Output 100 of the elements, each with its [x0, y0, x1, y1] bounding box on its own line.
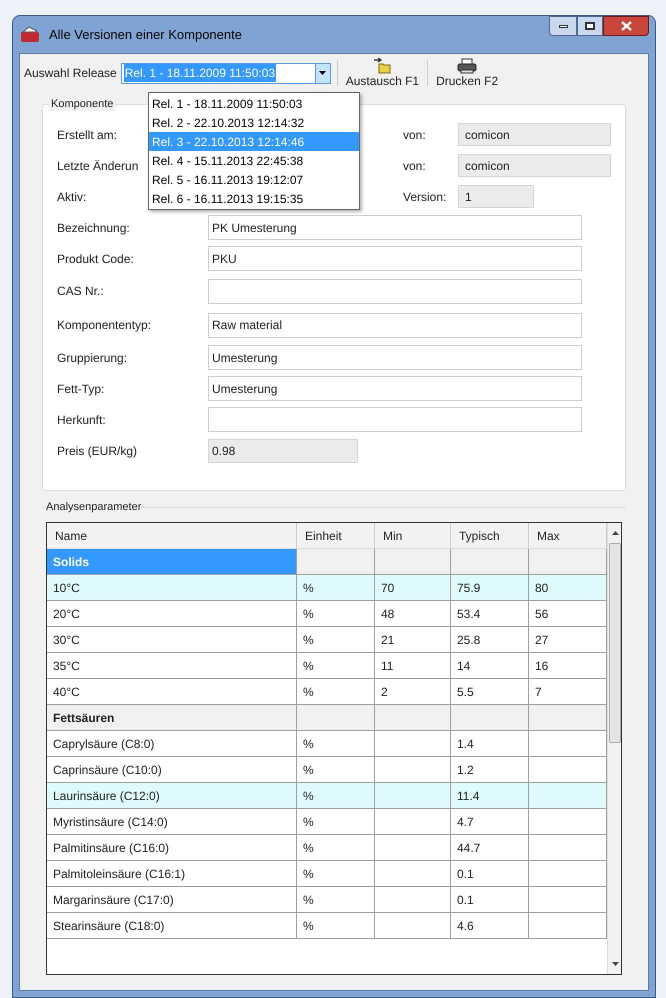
release-option[interactable]: Rel. 6 - 16.11.2013 19:15:35 — [149, 189, 359, 208]
field-label: Gruppierung: — [57, 350, 128, 366]
input-field[interactable]: Umesterung — [208, 376, 582, 401]
field-label: Produkt Code: — [57, 250, 134, 268]
column-header[interactable]: Typisch — [451, 523, 529, 548]
table-cell-text: Palmitinsäure (C16:0) — [53, 840, 170, 856]
field-label: Aktiv: — [57, 188, 86, 206]
table-cell-text: 1.2 — [457, 762, 474, 778]
field-label: Version: — [403, 188, 448, 206]
table-cell-text: 14 — [457, 658, 470, 674]
table-cell-text: 5.5 — [457, 684, 474, 700]
table-cell-text: 80 — [535, 580, 548, 596]
table-cell-text: % — [303, 762, 314, 778]
field-label: Herkunft: — [57, 412, 106, 428]
table-cell-text: 56 — [535, 606, 548, 622]
table-cell-text: % — [303, 580, 314, 596]
table-cell-text: 35°C — [53, 658, 80, 674]
table-cell-text: 0.1 — [457, 866, 474, 882]
field-label: von: — [403, 126, 427, 144]
table-cell-text: 11 — [381, 658, 394, 674]
toolbar-button[interactable]: Drucken F2 — [434, 58, 500, 88]
table-cell-text: Palmitoleinsäure (C16:1) — [53, 866, 186, 882]
table-row[interactable]: Stearinsäure (C18:0) % 4.6 — [47, 913, 607, 939]
release-label: Auswahl Release — [24, 65, 117, 82]
table-cell-text: 16 — [535, 658, 548, 674]
table-row[interactable]: Palmitinsäure (C16:0) % 44.7 — [47, 835, 607, 861]
table-cell-text: % — [303, 658, 314, 674]
field-label: Erstellt am: — [57, 126, 118, 144]
table-cell-text: 44.7 — [457, 840, 480, 856]
table-cell-text: 30°C — [53, 632, 80, 648]
table-row[interactable]: Palmitoleinsäure (C16:1) % 0.1 — [47, 861, 607, 887]
table-cell-text: 0.1 — [457, 892, 474, 908]
table-row[interactable]: Caprinsäure (C10:0) % 1.2 — [47, 757, 607, 783]
table-cell: Fettsäuren — [47, 705, 297, 730]
table-cell-text: % — [303, 606, 314, 622]
table-row[interactable]: Margarinsäure (C17:0) % 0.1 — [47, 887, 607, 913]
table-row[interactable]: Laurinsäure (C12:0) % 11.4 — [47, 783, 607, 809]
field-label: Komponententyp: — [57, 317, 152, 334]
input-field[interactable]: PK Umesterung — [208, 215, 582, 240]
column-header[interactable]: Name — [47, 523, 297, 548]
table-cell-text: 11.4 — [457, 788, 480, 804]
table-cell-text: 2 — [381, 684, 388, 700]
table-cell-text: % — [303, 684, 314, 700]
table-cell-text: % — [303, 736, 314, 752]
readonly-field: 0.98 — [208, 438, 358, 462]
table-cell-text: 70 — [381, 580, 394, 596]
field-label: CAS Nr.: — [57, 283, 104, 300]
table-cell-text: 10°C — [53, 580, 80, 596]
toolbar-button[interactable]: Austausch F1 — [344, 58, 422, 88]
table-cell-text: % — [303, 788, 314, 804]
table-cell-text: 53.4 — [457, 606, 480, 622]
column-header[interactable]: Min — [375, 523, 451, 548]
table-cell-text: % — [303, 918, 314, 934]
table-cell-text: Myristinsäure (C14:0) — [53, 814, 168, 830]
group-title: Komponente — [49, 97, 116, 111]
table-cell: Solids — [47, 549, 297, 574]
table-row[interactable]: 35°C % 11 14 16 — [47, 653, 607, 679]
input-field[interactable]: Raw material — [208, 312, 582, 338]
table-cell-text: Margarinsäure (C17:0) — [53, 892, 174, 908]
table-cell-text: % — [303, 814, 314, 830]
table-cell-text: 48 — [381, 606, 394, 622]
table-cell-text: 7 — [535, 684, 542, 700]
table-row[interactable]: 40°C % 2 5.5 7 — [47, 679, 607, 705]
table-cell-text: 4.7 — [457, 814, 474, 830]
table-cell-text: 75.9 — [457, 580, 480, 596]
table-cell-text: 20°C — [53, 606, 80, 622]
readonly-field: comicon — [458, 123, 611, 146]
table-cell-text: 21 — [381, 632, 394, 648]
table-cell-text: 40°C — [53, 684, 80, 700]
input-field[interactable]: PKU — [208, 246, 582, 271]
field-label: von: — [403, 158, 427, 174]
table-cell-text: Caprinsäure (C10:0) — [53, 762, 162, 778]
release-option[interactable]: Rel. 4 - 15.11.2013 22:45:38 — [149, 151, 359, 170]
table-cell-text: 25.8 — [457, 632, 480, 648]
release-option[interactable]: Rel. 2 - 22.10.2013 12:14:32 — [149, 113, 359, 132]
input-field[interactable]: Umesterung — [208, 345, 582, 370]
table-row[interactable]: Caprylsäure (C8:0) % 1.4 — [47, 731, 607, 757]
table-row[interactable]: Myristinsäure (C14:0) % 4.7 — [47, 809, 607, 835]
release-option[interactable]: Rel. 1 - 18.11.2009 11:50:03 — [149, 94, 359, 113]
table-cell-text: 27 — [535, 632, 548, 648]
table-cell-text: Laurinsäure (C12:0) — [53, 788, 160, 804]
table-cell-text: Caprylsäure (C8:0) — [53, 736, 154, 752]
field-label: Bezeichnung: — [57, 220, 130, 236]
field-label: Letzte Änderun — [57, 158, 138, 174]
readonly-field: 1 — [458, 185, 534, 208]
table-row[interactable]: 30°C % 21 25.8 27 — [47, 627, 607, 653]
table-cell-text: 4.6 — [457, 918, 474, 934]
group-title: Analysenparameter — [44, 500, 144, 514]
window-title: Alle Versionen einer Komponente — [49, 26, 242, 44]
readonly-field: comicon — [458, 154, 611, 177]
table-cell-text: % — [303, 892, 314, 908]
table-row[interactable]: 20°C % 48 53.4 56 — [47, 601, 607, 627]
group-row[interactable]: Fettsäuren — [47, 705, 607, 731]
column-header[interactable]: Einheit — [297, 523, 375, 548]
table-cell-text: % — [303, 840, 314, 856]
table-cell-text: 1.4 — [457, 736, 474, 752]
table-cell-text: Stearinsäure (C18:0) — [53, 918, 164, 934]
table-row[interactable]: 10°C % 70 75.9 80 — [47, 575, 607, 601]
table-cell-text: % — [303, 866, 314, 882]
release-option[interactable]: Rel. 5 - 16.11.2013 19:12:07 — [149, 170, 359, 189]
